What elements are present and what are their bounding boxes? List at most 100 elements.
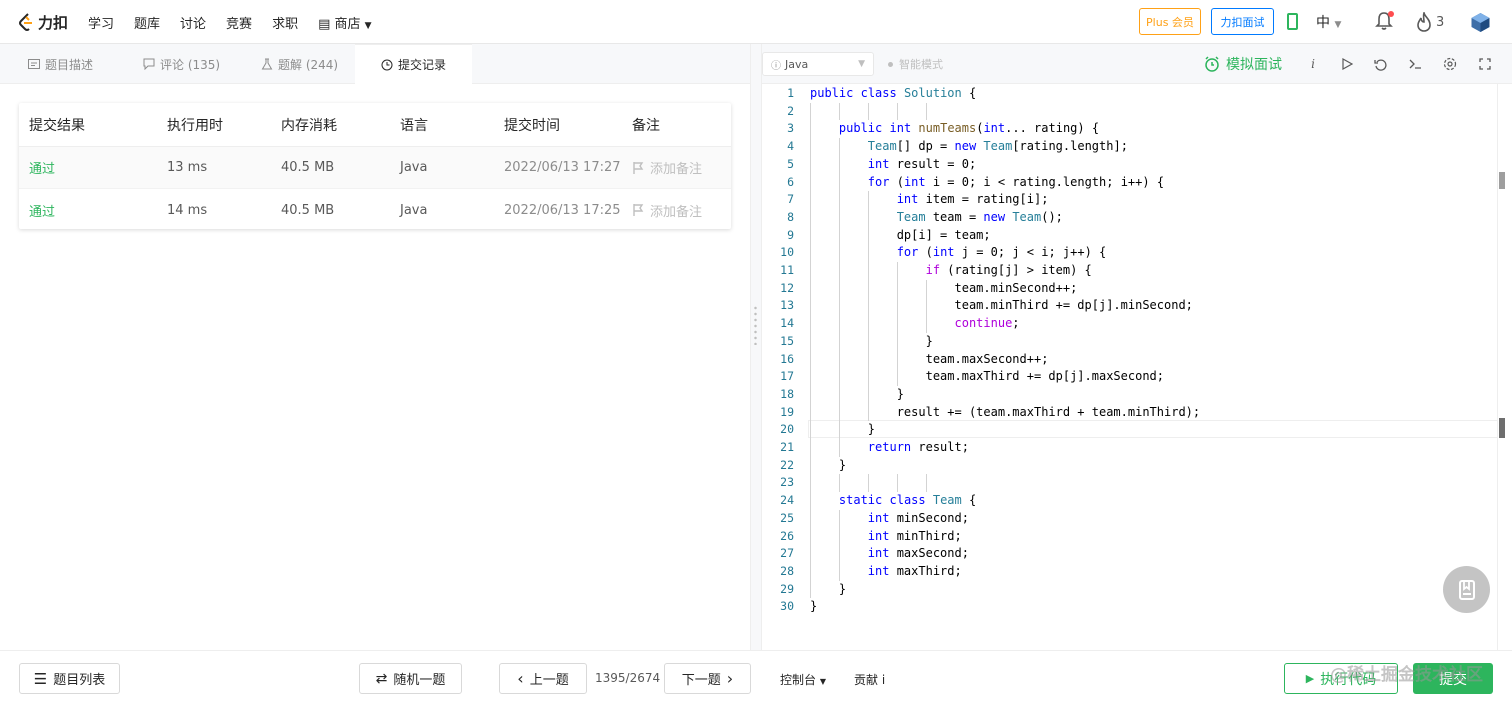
code-line[interactable]: result += (team.maxThird + team.minThird…: [810, 404, 1200, 422]
language-label: 中: [1316, 15, 1330, 31]
fire-icon[interactable]: [1416, 12, 1432, 32]
code-line[interactable]: team.maxThird += dp[j].maxSecond;: [810, 368, 1164, 386]
line-number: 30: [780, 599, 794, 614]
code-line[interactable]: return result;: [810, 439, 969, 457]
leetcode-logo[interactable]: 力扣: [18, 11, 68, 33]
scrollbar-thumb[interactable]: [1499, 418, 1505, 438]
language-select[interactable]: ⓘ Java ▼: [762, 52, 874, 76]
mock-interview-button[interactable]: 模拟面试: [1204, 54, 1282, 74]
code-line[interactable]: continue;: [810, 315, 1020, 333]
code-line[interactable]: for (int j = 0; j < i; j++) {: [810, 244, 1107, 262]
prev-problem-button[interactable]: ‹ 上一题: [499, 663, 587, 694]
code-line[interactable]: public int numTeams(int... rating) {: [810, 120, 1099, 138]
console-toggle[interactable]: 控制台 ▼: [780, 671, 826, 688]
code-line[interactable]: team.minThird += dp[j].minSecond;: [810, 297, 1192, 315]
nav-link-contest[interactable]: 竞赛: [226, 13, 252, 32]
line-number: 5: [787, 156, 794, 171]
header-language: 语言: [400, 117, 428, 134]
alarm-clock-icon: [1205, 56, 1219, 72]
tab-submissions[interactable]: 提交记录: [355, 44, 472, 84]
code-line[interactable]: int minThird;: [810, 528, 962, 546]
tab-label: 评论 (135): [160, 57, 221, 72]
language-select-value: Java: [785, 57, 809, 71]
result-status[interactable]: 通过: [29, 147, 55, 188]
console-label: 控制台: [780, 673, 817, 687]
code-line[interactable]: }: [810, 386, 904, 404]
result-status[interactable]: 通过: [29, 189, 55, 231]
random-problem-button[interactable]: ⇄ 随机一题: [359, 663, 462, 694]
code-line[interactable]: int minSecond;: [810, 510, 969, 528]
shuffle-icon: ⇄: [375, 670, 388, 687]
panel-divider[interactable]: [750, 44, 762, 650]
editor-scrollbar-track[interactable]: [1497, 84, 1498, 650]
code-line[interactable]: int maxThird;: [810, 563, 962, 581]
tab-solutions[interactable]: 题解 (244): [261, 44, 338, 84]
next-problem-button[interactable]: 下一题 ›: [664, 663, 751, 694]
flag-icon: [633, 161, 644, 174]
code-line[interactable]: }: [810, 421, 875, 439]
code-line[interactable]: Team[] dp = new Team[rating.length];: [810, 138, 1128, 156]
line-number: 24: [780, 493, 794, 508]
code-line[interactable]: team.maxSecond++;: [810, 351, 1049, 369]
interview-button[interactable]: 力扣面试: [1211, 8, 1274, 35]
info-italic-icon[interactable]: i: [1305, 56, 1321, 72]
line-number: 19: [780, 404, 794, 419]
code-line[interactable]: }: [810, 457, 846, 475]
code-editor[interactable]: 1 2 3 4 5 6 7 8 9 10 11 12 13 14 15 16 17 18 19 20 21 22 23 24 2…: [762, 84, 1512, 650]
language-switch[interactable]: 中 ▼: [1316, 12, 1341, 32]
code-line[interactable]: team.minSecond++;: [810, 280, 1077, 298]
line-number: 15: [780, 333, 794, 348]
nav-link-discuss[interactable]: 讨论: [180, 13, 206, 32]
code-line[interactable]: }: [810, 581, 846, 599]
play-icon[interactable]: [1339, 56, 1355, 72]
leetcode-logo-icon: [19, 13, 32, 31]
code-line[interactable]: Team team = new Team();: [810, 209, 1063, 227]
flask-icon: [261, 58, 273, 70]
nav-link-store[interactable]: ▤ 商店 ▼: [318, 13, 372, 32]
code-line[interactable]: static class Team {: [810, 492, 976, 510]
terminal-icon[interactable]: [1407, 56, 1423, 72]
resize-handle[interactable]: [754, 305, 757, 345]
problem-index: 1395/2674: [595, 671, 661, 685]
code-line[interactable]: dp[i] = team;: [810, 227, 991, 245]
table-row[interactable]: 通过 13 ms 40.5 MB Java 2022/06/13 17:27 添…: [19, 147, 731, 189]
play-icon: ▶: [1305, 672, 1315, 685]
line-number: 18: [780, 386, 794, 401]
fullscreen-icon[interactable]: [1477, 56, 1493, 72]
line-number: 26: [780, 528, 794, 543]
tab-comments[interactable]: 评论 (135): [143, 44, 220, 84]
plus-membership-button[interactable]: Plus 会员: [1139, 8, 1201, 35]
avatar[interactable]: [1470, 12, 1491, 33]
nav-link-problemset[interactable]: 题库: [134, 13, 160, 32]
code-line[interactable]: }: [810, 598, 817, 616]
code-line[interactable]: if (rating[j] > item) {: [810, 262, 1092, 280]
add-note-button[interactable]: 添加备注: [632, 147, 702, 188]
chevron-right-icon: ›: [726, 669, 734, 688]
line-number: 10: [780, 245, 794, 260]
code-line[interactable]: int maxSecond;: [810, 545, 969, 563]
notebook-button[interactable]: [1443, 566, 1490, 613]
tab-description[interactable]: 题目描述: [28, 44, 93, 84]
code-line[interactable]: }: [810, 333, 933, 351]
problem-footer: ☰ 题目列表 ⇄ 随机一题 ‹ 上一题 1395/2674 下一题 ›: [0, 650, 762, 702]
code-line[interactable]: public class Solution {: [810, 85, 976, 103]
indent-guide: [925, 474, 927, 493]
settings-icon[interactable]: [1442, 56, 1458, 72]
code-line[interactable]: int result = 0;: [810, 156, 976, 174]
problem-list-button[interactable]: ☰ 题目列表: [19, 663, 120, 694]
watermark: @稀土掘金技术社区: [1330, 665, 1483, 685]
nav-link-study[interactable]: 学习: [88, 13, 114, 32]
line-number: 2: [787, 103, 794, 118]
reset-icon[interactable]: [1372, 56, 1388, 72]
code-line[interactable]: for (int i = 0; i < rating.length; i++) …: [810, 174, 1164, 192]
line-number: 9: [787, 227, 794, 242]
add-note-button[interactable]: 添加备注: [632, 189, 702, 231]
indent-guide: [867, 474, 869, 493]
table-row[interactable]: 通过 14 ms 40.5 MB Java 2022/06/13 17:25 添…: [19, 189, 731, 231]
contribute-button[interactable]: 贡献 i: [854, 671, 885, 688]
submit-time-value: 2022/06/13 17:27: [504, 160, 621, 175]
mobile-app-icon[interactable]: [1287, 13, 1298, 30]
code-line[interactable]: int item = rating[i];: [810, 191, 1049, 209]
smart-mode-toggle[interactable]: 智能模式: [888, 56, 943, 72]
nav-link-jobs[interactable]: 求职: [272, 13, 298, 32]
